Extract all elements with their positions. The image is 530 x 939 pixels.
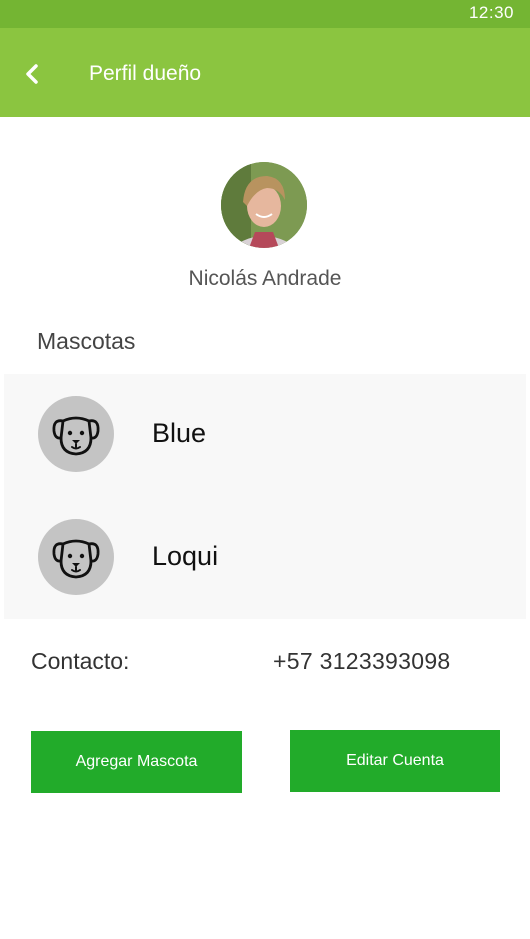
pet-avatar <box>38 396 114 472</box>
contact-phone[interactable]: +57 3123393098 <box>273 648 451 675</box>
pets-list: Blue Loqui <box>4 374 526 619</box>
pet-name: Blue <box>152 418 207 448</box>
edit-account-button[interactable]: Editar Cuenta <box>290 730 500 792</box>
pet-list-item[interactable]: Blue <box>4 396 526 506</box>
pet-name: Loqui <box>152 541 219 571</box>
add-pet-button[interactable]: Agregar Mascota <box>31 731 242 793</box>
page-title: Perfil dueño <box>89 62 202 85</box>
status-time: 12:30 <box>468 3 514 22</box>
avatar <box>221 162 307 248</box>
back-button[interactable] <box>16 58 48 90</box>
chevron-left-icon <box>26 64 38 84</box>
status-bar: 12:30 <box>0 0 530 28</box>
contact-label: Contacto: <box>31 648 130 674</box>
dog-icon <box>52 539 100 579</box>
dog-icon <box>52 416 100 456</box>
pet-avatar <box>38 519 114 595</box>
owner-name: Nicolás Andrade <box>188 267 342 290</box>
app-bar: Perfil dueño <box>0 28 530 117</box>
pets-section-title: Mascotas <box>37 328 136 354</box>
pet-list-item[interactable]: Loqui <box>4 519 526 629</box>
